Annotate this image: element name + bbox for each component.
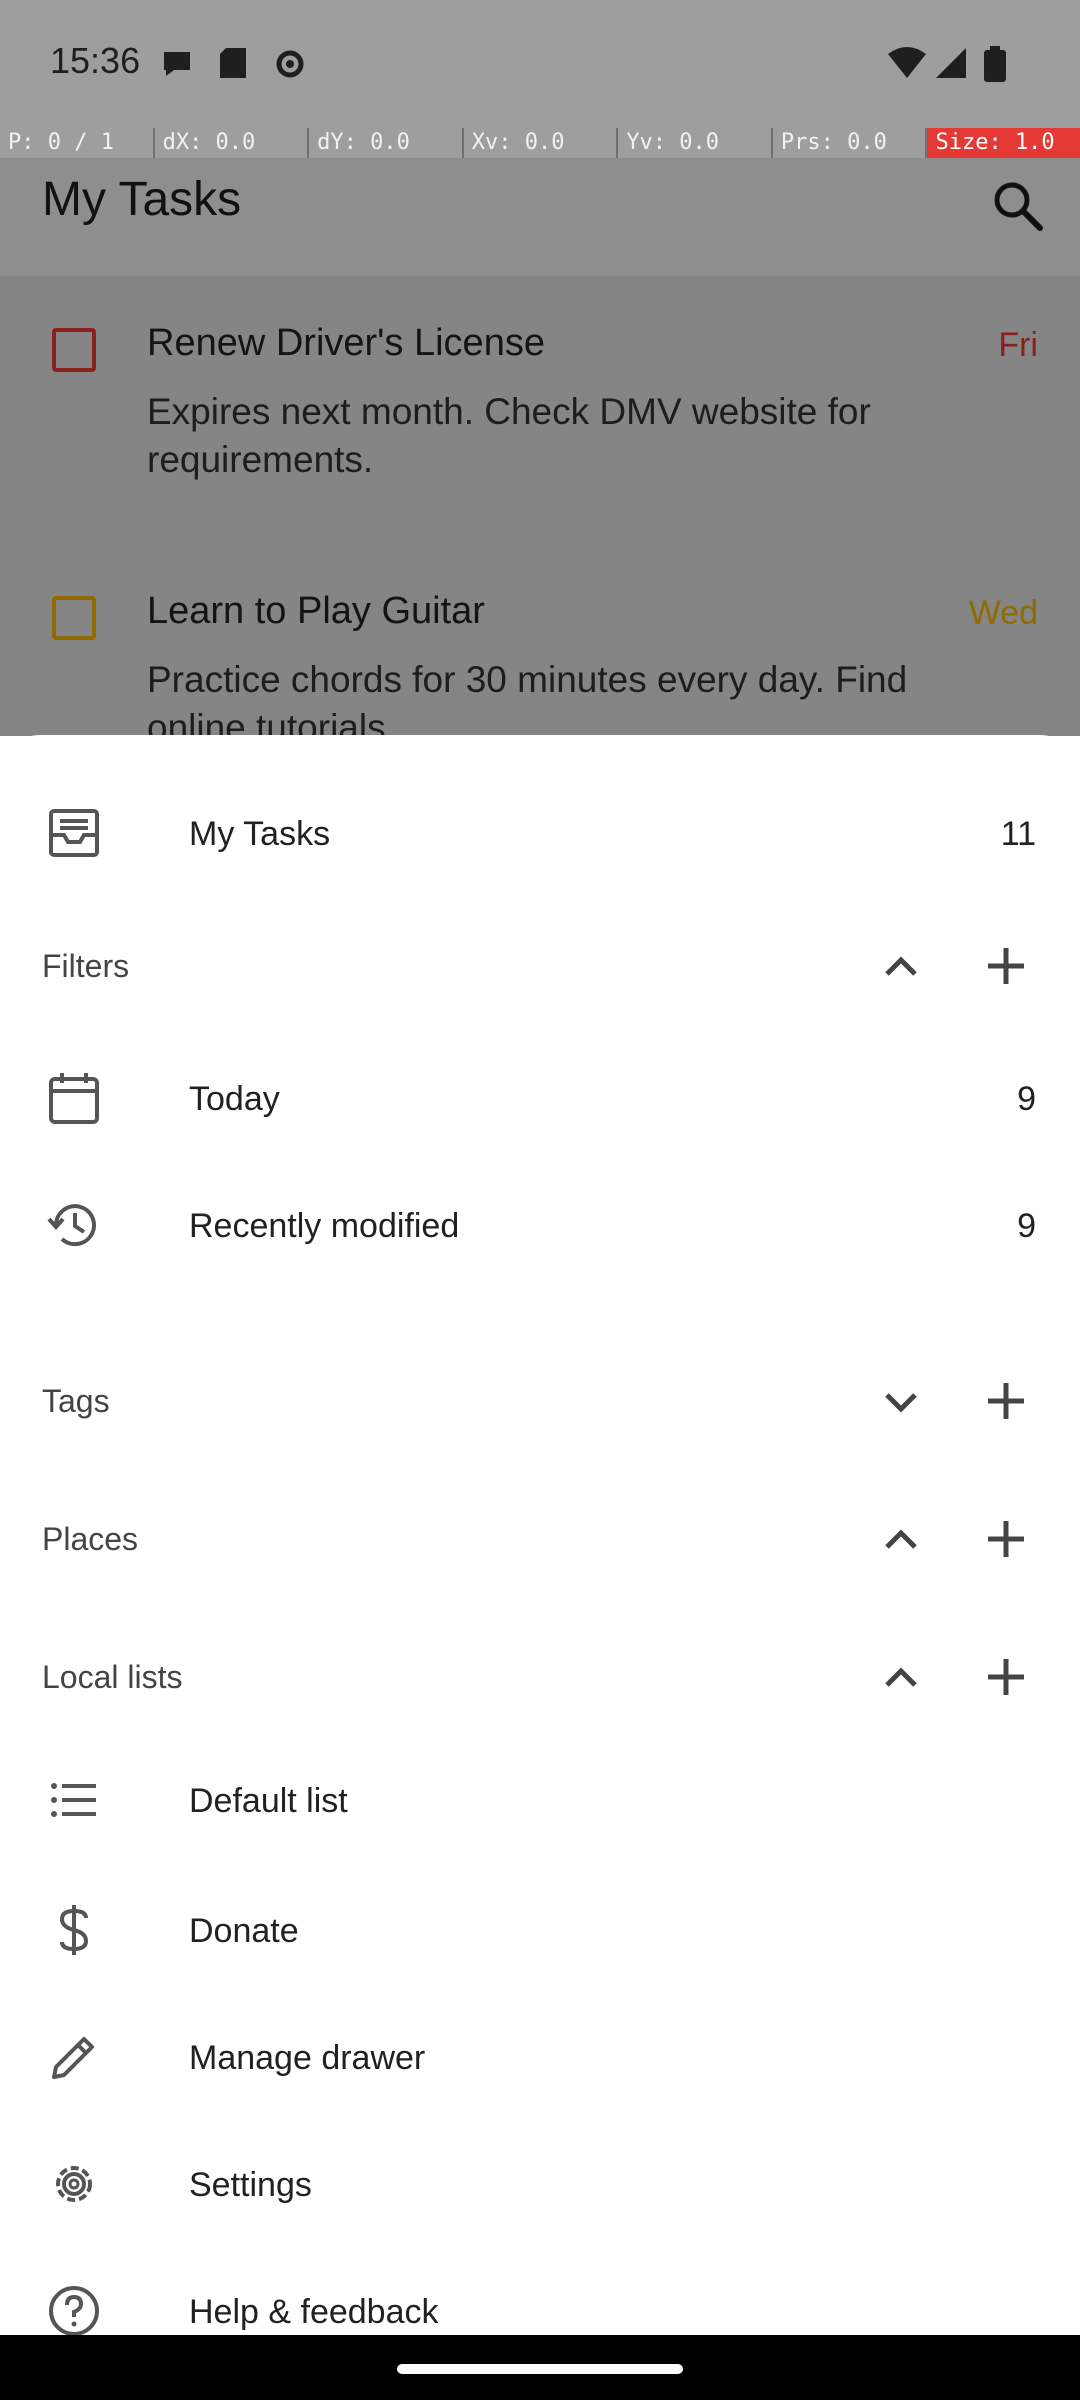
task-due-date: Fri [998, 326, 1038, 364]
help-icon [49, 2286, 99, 2336]
add-place-icon[interactable] [980, 1513, 1032, 1565]
task-checkbox[interactable] [52, 328, 96, 372]
drawer-item-label: Help & feedback [189, 2293, 439, 2331]
status-time: 15:36 [50, 40, 141, 81]
search-icon[interactable] [990, 178, 1046, 234]
debug-pressure: Prs: 0.0 [773, 128, 928, 158]
add-filter-icon[interactable] [980, 940, 1032, 992]
drawer-item-label: Manage drawer [189, 2039, 426, 2077]
drawer-item-count: 9 [1017, 1080, 1036, 1118]
drawer-item-today[interactable]: Today 9 [0, 1060, 1080, 1170]
debug-dy: dY: 0.0 [309, 128, 464, 158]
drawer-item-default-list[interactable]: Default list [0, 1762, 1080, 1872]
chevron-up-icon[interactable] [875, 1513, 927, 1565]
task-due-date: Wed [968, 594, 1038, 632]
task-checkbox[interactable] [52, 596, 96, 640]
drawer-item-donate[interactable]: Donate [0, 1892, 1080, 2002]
drawer-item-count: 9 [1017, 1207, 1036, 1245]
section-header-filters: Filters [0, 918, 1080, 1018]
pencil-icon [52, 2037, 94, 2079]
debug-xv: Xv: 0.0 [464, 128, 619, 158]
dollar-icon [59, 1905, 89, 1955]
chevron-up-icon[interactable] [875, 1651, 927, 1703]
page-title: My Tasks [42, 173, 242, 226]
gear-icon [56, 2166, 92, 2202]
settings-notification-icon [276, 50, 304, 78]
calendar-icon [49, 1073, 99, 1124]
section-header-tags: Tags [0, 1355, 1080, 1455]
status-bar: 15:36 [0, 0, 1080, 128]
drawer-item-my-tasks[interactable]: My Tasks 11 [0, 795, 1080, 905]
section-header-places: Places [0, 1493, 1080, 1593]
gesture-handle[interactable] [397, 2364, 683, 2374]
debug-pointer: P: 0 / 1 [0, 128, 155, 158]
drawer-item-settings[interactable]: Settings [0, 2146, 1080, 2256]
add-tag-icon[interactable] [980, 1375, 1032, 1427]
battery-icon [984, 46, 1006, 82]
task-list: Renew Driver's License Fri Expires next … [0, 276, 1080, 736]
chat-notification-icon [164, 52, 190, 76]
pointer-debug-bar: P: 0 / 1 dX: 0.0 dY: 0.0 Xv: 0.0 Yv: 0.0… [0, 128, 1080, 158]
drawer-item-label: Settings [189, 2166, 312, 2204]
chevron-down-icon[interactable] [875, 1375, 927, 1427]
sd-card-icon [220, 48, 246, 78]
drawer-item-label: Today [189, 1080, 280, 1118]
history-icon [47, 1204, 96, 1247]
debug-dx: dX: 0.0 [155, 128, 310, 158]
inbox-icon [49, 809, 99, 857]
add-list-icon[interactable] [980, 1651, 1032, 1703]
section-title: Local lists [42, 1659, 183, 1695]
chevron-up-icon[interactable] [875, 940, 927, 992]
drawer-item-recently-modified[interactable]: Recently modified 9 [0, 1187, 1080, 1297]
debug-size: Size: 1.0 [927, 128, 1080, 158]
debug-yv: Yv: 0.0 [618, 128, 773, 158]
task-title: Renew Driver's License [147, 322, 545, 364]
cell-signal-icon [936, 48, 966, 78]
navigation-drawer-sheet: My Tasks 11 Filters Today 9 Recently mod [0, 735, 1080, 2336]
drawer-item-manage-drawer[interactable]: Manage drawer [0, 2019, 1080, 2129]
drawer-item-label: Donate [189, 1912, 299, 1950]
section-header-local-lists: Local lists [0, 1631, 1080, 1731]
task-title: Learn to Play Guitar [147, 590, 485, 632]
section-title: Places [42, 1521, 139, 1557]
task-note: Practice chords for 30 minutes every day… [147, 659, 908, 736]
drawer-item-count: 11 [1000, 815, 1036, 853]
task-note: Expires next month. Check DMV website fo… [147, 391, 871, 480]
drawer-item-label: Recently modified [189, 1207, 460, 1245]
wifi-icon [888, 47, 926, 78]
list-icon [51, 1783, 96, 1817]
section-title: Filters [42, 948, 130, 984]
drawer-item-label: My Tasks [189, 815, 331, 853]
drawer-item-label: Default list [189, 1782, 348, 1820]
section-title: Tags [42, 1383, 110, 1419]
